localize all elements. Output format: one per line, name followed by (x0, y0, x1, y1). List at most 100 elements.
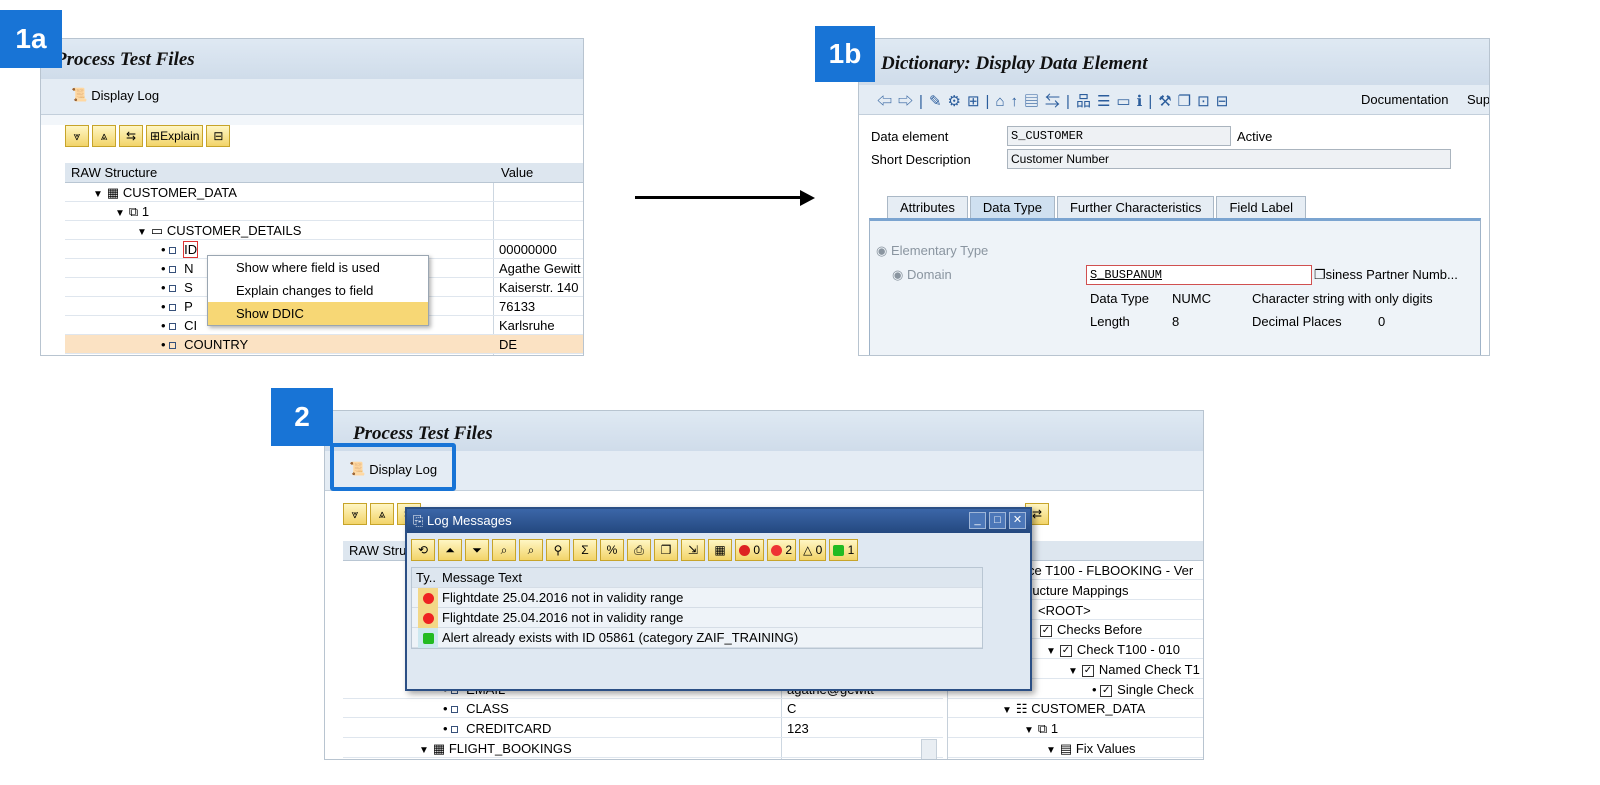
menu-item-show-ddic[interactable]: Show DDIC (208, 302, 428, 325)
stack-icon[interactable]: ☰ (1097, 93, 1116, 110)
object-list-icon[interactable]: ⊞ (967, 93, 986, 110)
menu-item-where-used[interactable]: Show where field is used (208, 256, 428, 279)
where-used-icon[interactable]: ⌂ (995, 93, 1010, 110)
tools-icon[interactable]: ⚒ (1158, 93, 1177, 110)
table-row[interactable]: ▼ ▤ Fix Values (948, 739, 1203, 758)
documentation-button[interactable]: Documentation (1361, 92, 1448, 107)
find-icon[interactable]: ⌕ (492, 539, 516, 561)
navigate-icon[interactable]: ⇆ (119, 125, 143, 147)
table-row[interactable]: • CLASS C (343, 699, 943, 718)
application-toolbar: ⇦⇨|✎⚙⊞|⌂↑▤⇆|品☰▭ℹ|⚒❐⊡⊟ Documentation Sup (859, 85, 1489, 115)
minimize-icon[interactable]: _ (969, 512, 986, 529)
mapping-icon: ☷ (1015, 701, 1028, 716)
tab-attributes[interactable]: Attributes (887, 196, 968, 218)
table-row[interactable]: • COUNTRY DE (65, 335, 583, 354)
print-icon[interactable]: ⎙ (627, 539, 651, 561)
close-icon[interactable]: ✕ (1009, 512, 1026, 529)
table-row[interactable]: ▼ ▦ CUSTOMER_DATA (65, 183, 583, 202)
menu-item-explain-changes[interactable]: Explain changes to field (208, 279, 428, 302)
domain-radio[interactable]: ◉ Domain (892, 267, 952, 283)
tab-further-characteristics[interactable]: Further Characteristics (1056, 196, 1215, 218)
success-count-button[interactable]: 1 (829, 539, 859, 561)
explain-button[interactable]: ⊞ Explain (146, 125, 204, 147)
expand-all-icon[interactable]: ⩔ (65, 125, 89, 147)
dialog-titlebar: ⎘ Log Messages _ □ ✕ (407, 509, 1030, 533)
vertical-scrollbar[interactable] (921, 739, 937, 759)
label-2: 2 (271, 388, 333, 446)
forward-icon[interactable]: ⇨ (898, 93, 919, 110)
domain-field[interactable]: S_BUSPANUM (1086, 265, 1312, 285)
collapse-all-icon[interactable]: ⩓ (92, 125, 116, 147)
hierarchy-icon[interactable]: ⇆ (1045, 93, 1066, 110)
view-icon[interactable]: ❐ (654, 539, 678, 561)
decimal-places-label: Decimal Places (1252, 314, 1342, 329)
table-row[interactable]: Flightdate 25.04.2016 not in validity ra… (412, 588, 982, 608)
tree-node-label: Checks Before (1057, 622, 1143, 637)
data-type-value: NUMC (1172, 291, 1211, 306)
short-description-label: Short Description (871, 152, 971, 167)
print-icon[interactable]: ⊟ (1216, 93, 1235, 110)
length-label: Length (1090, 314, 1130, 329)
data-element-field: S_CUSTOMER (1007, 126, 1231, 146)
maximize-icon[interactable]: □ (989, 512, 1006, 529)
record-icon: ⧉ (128, 204, 139, 219)
tree-node-label: CLASS (466, 701, 509, 716)
warning-count-button[interactable]: △ 0 (799, 539, 827, 561)
copy-icon[interactable]: ❐ (1178, 93, 1197, 110)
tree-node-value: Karlsruhe (499, 318, 555, 333)
tree-node-value: DE (499, 337, 518, 352)
table-icon: ▦ (106, 185, 120, 200)
table-row[interactable]: ▼ ▭ CUSTOMER_DETAILS (65, 221, 583, 240)
find-next-icon[interactable]: ⌕ (519, 539, 543, 561)
error-icon (422, 593, 434, 605)
col-raw-structure: RAW Structure (71, 165, 158, 180)
transport-icon[interactable]: ⊡ (1197, 93, 1216, 110)
error-count-button[interactable]: 2 (767, 539, 797, 561)
table-row[interactable]: ▼ ⧉ 1 (948, 719, 1203, 738)
col-raw-structure: RAW Stru (349, 543, 407, 558)
stop-count-button[interactable]: 0 (735, 539, 765, 561)
supplement-button[interactable]: Sup (1467, 92, 1489, 107)
table-row[interactable]: ▼ ☷ CUSTOMER_DATA (948, 699, 1203, 718)
filter-icon[interactable]: ⏷ (465, 539, 489, 561)
edit-icon[interactable]: ✎ (929, 93, 948, 110)
tree-icon[interactable]: 品 (1076, 93, 1097, 110)
sort-asc-icon[interactable]: ⏶ (438, 539, 462, 561)
window-icon[interactable]: ▭ (1116, 93, 1136, 110)
info-icon[interactable]: ℹ (1137, 93, 1149, 110)
export-icon[interactable]: ⇲ (681, 539, 705, 561)
set-filter-icon[interactable]: ⚲ (546, 539, 570, 561)
table-row[interactable]: • CREDITCARD 123 (343, 719, 943, 738)
elementary-type-radio[interactable]: ◉ Elementary Type (876, 243, 988, 259)
subtotal-icon[interactable]: % (600, 539, 624, 561)
table-row[interactable]: ▼ ▦ FLIGHT_BOOKINGS (343, 739, 943, 758)
structure-icon[interactable]: ⊟ (206, 125, 231, 147)
display-icon[interactable]: ▤ (1024, 93, 1045, 110)
table-row[interactable]: Flightdate 25.04.2016 not in validity ra… (412, 608, 982, 628)
collapse-all-icon[interactable]: ⩓ (370, 503, 394, 525)
tree-node-label: CUSTOMER_DATA (122, 185, 237, 200)
back-icon[interactable]: ⇦ (877, 93, 898, 110)
tab-data-type[interactable]: Data Type (969, 196, 1055, 218)
sum-icon[interactable]: Σ (573, 539, 597, 561)
decimal-places-value: 0 (1378, 314, 1386, 329)
pin-icon[interactable]: ↑ (1011, 93, 1025, 110)
table-row[interactable]: ▼ ⧉ 1 (65, 202, 583, 221)
tab-strip: Attributes Data Type Further Characteris… (887, 196, 1307, 218)
col-message-text: Message Text (442, 570, 522, 585)
expand-all-icon[interactable]: ⩔ (343, 503, 367, 525)
tab-field-label[interactable]: Field Label (1216, 196, 1307, 218)
display-log-button[interactable]: 📜 Display Log (71, 87, 159, 103)
flow-arrow-line (635, 196, 803, 199)
activate-icon[interactable]: ⚙ (948, 93, 967, 110)
domain-description-text: siness Partner Numb... (1325, 267, 1458, 282)
layout-icon[interactable]: ▦ (708, 539, 732, 561)
toolbar-icons: ⇦⇨|✎⚙⊞|⌂↑▤⇆|品☰▭ℹ|⚒❐⊡⊟ (877, 93, 1235, 110)
tree-node-label: 1 (141, 204, 150, 219)
page-title: Dictionary: Display Data Element (859, 39, 1489, 85)
table-row[interactable]: Alert already exists with ID 05861 (cate… (412, 628, 982, 648)
tree-node-label: Named Check T1 (1098, 662, 1200, 677)
flow-arrow-head (800, 190, 815, 206)
details-icon[interactable]: ⟲ (411, 539, 435, 561)
checkbox-icon: ✓ (1040, 624, 1052, 637)
